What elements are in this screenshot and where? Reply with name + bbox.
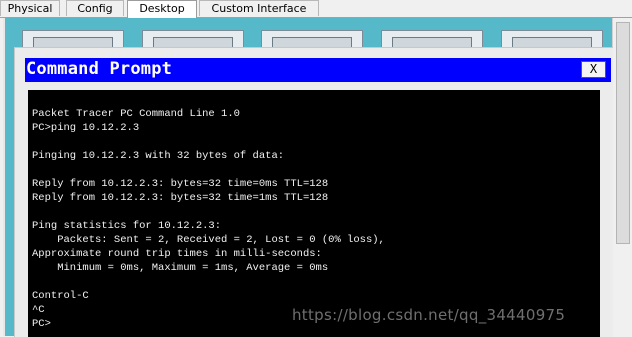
terminal-line: ^C	[32, 304, 45, 316]
terminal-line: Pinging 10.12.2.3 with 32 bytes of data:	[32, 150, 285, 162]
terminal-line: Reply from 10.12.2.3: bytes=32 time=0ms …	[32, 178, 329, 190]
terminal-line: Packet Tracer PC Command Line 1.0	[32, 108, 240, 120]
terminal-prompt-line: PC>	[32, 318, 51, 330]
terminal-line: PC>ping 10.12.2.3	[32, 122, 140, 134]
tab-desktop[interactable]: Desktop	[127, 0, 197, 18]
tab-custom-interface[interactable]: Custom Interface	[199, 0, 319, 16]
terminal-line: Packets: Sent = 2, Received = 2, Lost = …	[32, 234, 385, 246]
terminal-line: Control-C	[32, 290, 89, 302]
terminal-output[interactable]: Packet Tracer PC Command Line 1.0 PC>pin…	[28, 90, 600, 337]
terminal-line: Minimum = 0ms, Maximum = 1ms, Average = …	[32, 262, 329, 274]
tab-config[interactable]: Config	[66, 0, 124, 16]
terminal-line: Approximate round trip times in milli-se…	[32, 248, 322, 260]
window-titlebar[interactable]: Command Prompt X	[25, 58, 611, 82]
window-title: Command Prompt	[26, 59, 173, 79]
tab-physical[interactable]: Physical	[0, 0, 60, 16]
tab-bar: Physical Config Desktop Custom Interface	[0, 0, 632, 18]
command-prompt-window: Command Prompt X Packet Tracer PC Comman…	[14, 47, 613, 337]
scrollbar-thumb[interactable]	[616, 22, 630, 244]
watermark-text: https://blog.csdn.net/qq_34440975	[292, 306, 566, 324]
vertical-scrollbar[interactable]	[612, 18, 632, 336]
close-button[interactable]: X	[581, 61, 606, 78]
terminal-line: Ping statistics for 10.12.2.3:	[32, 220, 222, 232]
terminal-line: Reply from 10.12.2.3: bytes=32 time=1ms …	[32, 192, 329, 204]
